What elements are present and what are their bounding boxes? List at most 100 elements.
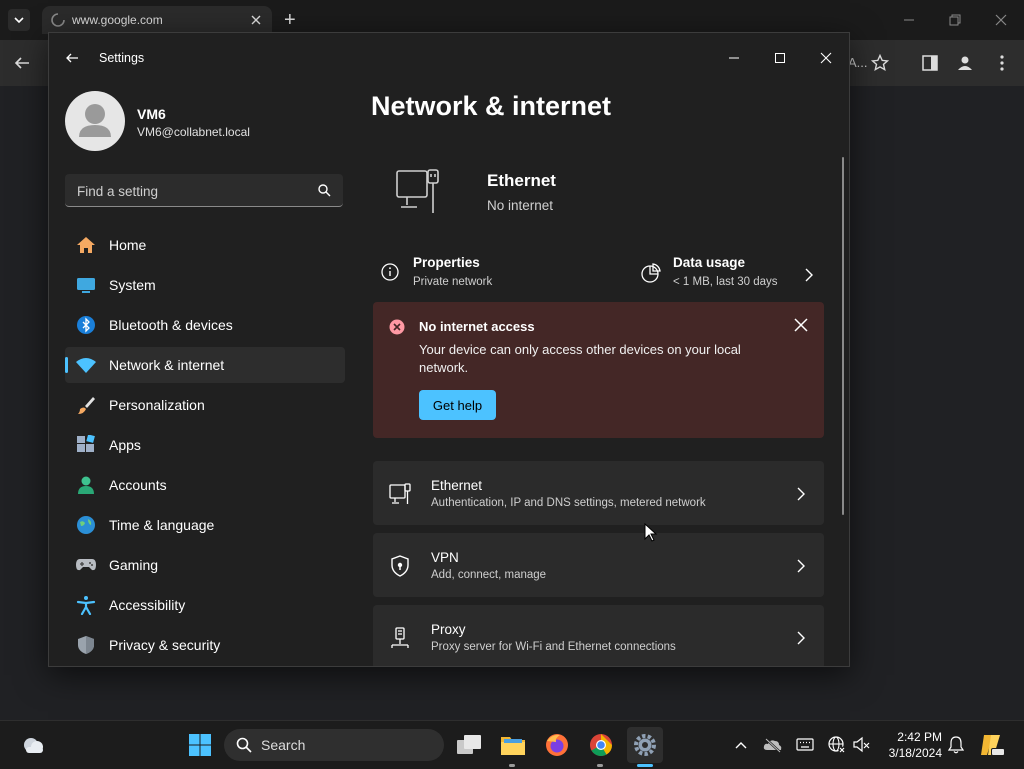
shield-icon <box>75 634 97 656</box>
browser-restore-icon[interactable] <box>949 14 961 26</box>
pie-chart-icon <box>641 263 661 283</box>
sidebar-item-personalization[interactable]: Personalization <box>65 387 345 423</box>
chrome-button[interactable] <box>583 727 619 763</box>
clock-time: 2:42 PM <box>897 730 942 744</box>
back-arrow-icon[interactable] <box>63 49 81 67</box>
ethernet-monitor-icon <box>396 169 439 213</box>
user-avatar-icon <box>79 104 111 137</box>
scrollbar[interactable] <box>842 157 844 515</box>
browser-close-icon[interactable] <box>995 14 1007 26</box>
vpn-shield-icon <box>391 555 409 577</box>
chevron-right-icon <box>797 631 805 645</box>
clock[interactable]: 2:42 PM 3/18/2024 <box>880 729 942 761</box>
sidebar-item-gaming[interactable]: Gaming <box>65 547 345 583</box>
task-view-icon <box>457 735 481 754</box>
page-title: Network & internet <box>371 91 612 121</box>
clock-date: 3/18/2024 <box>888 746 942 760</box>
proxy-card[interactable]: Proxy Proxy server for Wi-Fi and Etherne… <box>373 605 824 666</box>
card-title: Ethernet <box>431 478 483 493</box>
mouse-cursor-icon <box>644 523 658 542</box>
sidebar-item-label: Accessibility <box>109 597 186 613</box>
vpn-card[interactable]: VPN Add, connect, manage <box>373 533 824 597</box>
side-panel-icon[interactable] <box>921 54 939 72</box>
sidebar-nav: Home System Bluetooth & devices Network … <box>65 227 345 666</box>
maximize-button[interactable] <box>757 41 803 75</box>
banner-title: No internet access <box>419 319 535 334</box>
user-name: VM6 <box>137 106 166 122</box>
home-icon <box>75 234 97 256</box>
error-icon <box>389 319 405 335</box>
sidebar-item-apps[interactable]: Apps <box>65 427 345 463</box>
minimize-button[interactable] <box>711 41 757 75</box>
user-email: VM6@collabnet.local <box>137 125 250 139</box>
search-input[interactable] <box>75 174 309 208</box>
file-explorer-button[interactable] <box>495 727 531 763</box>
keyboard-icon[interactable] <box>796 738 814 752</box>
sidebar-item-privacy[interactable]: Privacy & security <box>65 627 345 663</box>
bookmark-star-icon[interactable] <box>871 54 889 72</box>
profile-icon[interactable] <box>956 54 974 72</box>
sidebar-item-label: Network & internet <box>109 357 225 373</box>
properties-link[interactable]: Properties Private network <box>381 255 601 295</box>
card-subtitle: Add, connect, manage <box>431 569 547 581</box>
task-view-button[interactable] <box>451 727 487 763</box>
browser-minimize-icon[interactable] <box>903 14 915 26</box>
onedrive-offline-icon[interactable] <box>763 737 783 753</box>
notification-bell-icon[interactable] <box>948 736 964 754</box>
firefox-button[interactable] <box>539 727 575 763</box>
back-arrow-icon[interactable] <box>13 54 31 72</box>
no-internet-banner: No internet access Your device can only … <box>373 302 824 438</box>
start-button[interactable] <box>182 727 218 763</box>
settings-app-button[interactable] <box>627 727 663 763</box>
sidebar-item-time-language[interactable]: Time & language <box>65 507 345 543</box>
sidebar-item-accounts[interactable]: Accounts <box>65 467 345 503</box>
browser-tab[interactable]: www.google.com <box>42 6 272 34</box>
data-usage-link[interactable]: Data usage < 1 MB, last 30 days <box>641 255 821 295</box>
close-tab-icon[interactable] <box>250 14 262 26</box>
settings-search[interactable] <box>65 174 343 208</box>
minimize-icon <box>729 57 739 59</box>
sidebar-item-home[interactable]: Home <box>65 227 345 263</box>
connection-name: Ethernet <box>487 171 556 190</box>
brush-icon <box>75 394 97 416</box>
more-menu-icon[interactable] <box>993 54 1011 72</box>
sidebar-item-label: Home <box>109 237 147 253</box>
bluetooth-icon <box>75 314 97 336</box>
chevron-right-icon <box>805 268 813 282</box>
properties-title: Properties <box>413 255 480 270</box>
windows-logo-icon <box>189 734 211 756</box>
sidebar-item-accessibility[interactable]: Accessibility <box>65 587 345 623</box>
chevron-up-icon[interactable] <box>735 740 747 750</box>
data-usage-title: Data usage <box>673 255 746 270</box>
accessibility-icon <box>75 594 97 616</box>
sidebar-item-label: Privacy & security <box>109 637 221 653</box>
sidebar-item-bluetooth[interactable]: Bluetooth & devices <box>65 307 345 343</box>
tab-search-button[interactable] <box>8 9 30 31</box>
weather-cloud-icon[interactable] <box>20 732 46 758</box>
network-globe-icon[interactable] <box>828 736 846 754</box>
close-button[interactable] <box>803 41 849 75</box>
address-bar-fragment[interactable]: A... <box>848 55 868 70</box>
taskbar-search[interactable]: Search <box>224 729 444 761</box>
dismiss-banner-icon[interactable] <box>794 318 808 332</box>
folder-icon <box>501 737 525 755</box>
wifi-icon <box>75 354 97 376</box>
sidebar-item-label: Bluetooth & devices <box>109 317 233 333</box>
get-help-button[interactable]: Get help <box>419 390 496 420</box>
sidebar-item-network[interactable]: Network & internet <box>65 347 345 383</box>
card-subtitle: Proxy server for Wi-Fi and Ethernet conn… <box>431 641 676 653</box>
sidebar-item-system[interactable]: System <box>65 267 345 303</box>
taskbar: Search 2:42 PM 3/18/2024 <box>0 720 1024 769</box>
properties-subtitle: Private network <box>413 276 493 288</box>
firefox-icon <box>546 734 568 756</box>
running-indicator <box>509 764 515 767</box>
new-tab-button[interactable]: + <box>284 9 296 32</box>
sidebar-item-label: System <box>109 277 156 293</box>
globe-icon <box>75 514 97 536</box>
volume-muted-icon[interactable] <box>853 736 871 754</box>
active-indicator <box>637 764 653 767</box>
avatar[interactable] <box>65 91 125 151</box>
ethernet-card[interactable]: Ethernet Authentication, IP and DNS sett… <box>373 461 824 525</box>
info-icon <box>381 263 399 281</box>
copilot-preview-icon[interactable] <box>979 732 1005 758</box>
